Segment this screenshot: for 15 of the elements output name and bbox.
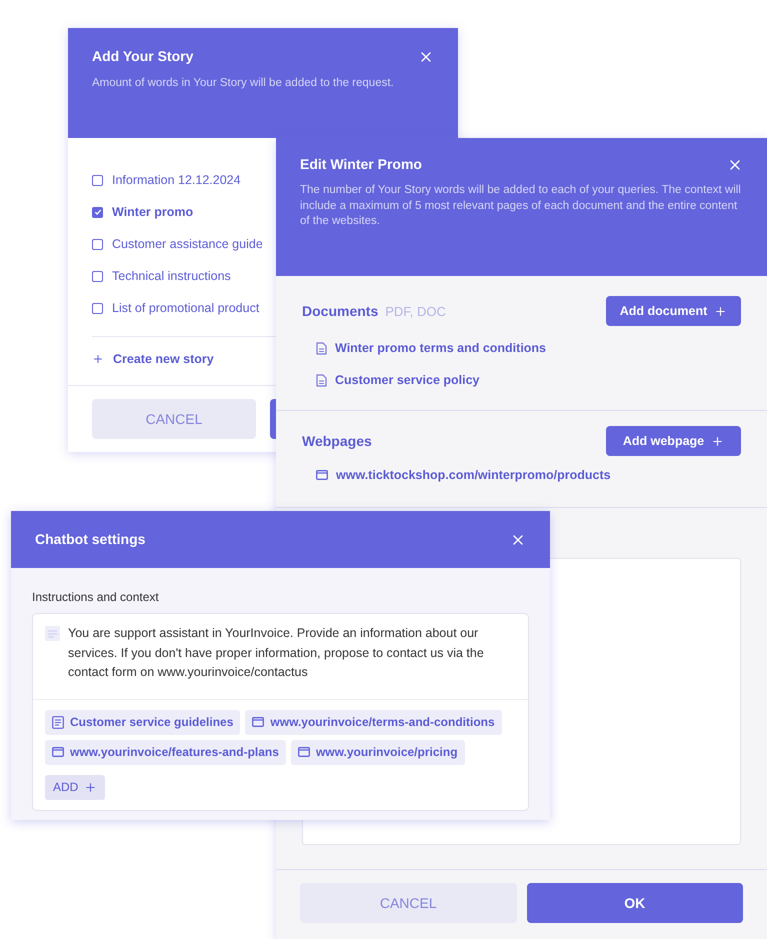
dialog-title: Add Your Story	[92, 47, 194, 66]
dialog-title: Edit Winter Promo	[300, 155, 422, 174]
file-formats: PDF, DOC	[385, 302, 446, 320]
dialog-description: Amount of words in Your Story will be added to the request.	[92, 76, 395, 91]
story-label: Customer assistance guide	[112, 236, 263, 253]
story-label: Winter promo	[112, 204, 194, 221]
story-label: Technical instructions	[112, 268, 231, 285]
section-heading: Documents	[302, 302, 378, 320]
story-label: Information 12.12.2024	[112, 172, 241, 189]
dialog-title: Chatbot settings	[35, 530, 146, 549]
instructions-text: You are support assistant in YourInvoice. Provide an information about our services. If you don't have proper information, propose to contact us via the contact form on www.yourinvoice/contactus	[68, 625, 485, 681]
dialog-description: The number of Your Story words will be added to each of your queries. The context will include a maximum of 5 most relevant pages of each document and the entire content of the websites.	[300, 183, 742, 229]
field-label: Instructions and context	[32, 589, 160, 606]
story-label: List of promotional product	[112, 300, 260, 317]
section-heading: Webpages	[302, 432, 372, 451]
